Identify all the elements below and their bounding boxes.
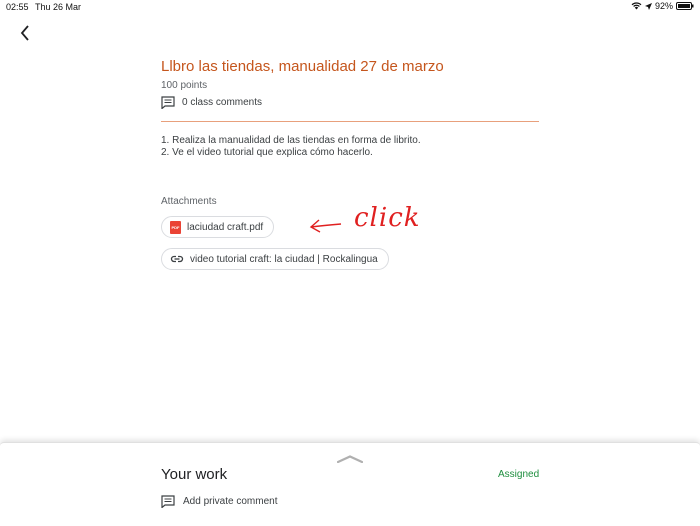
attachment-link-chip[interactable]: video tutorial craft: la ciudad | Rockal… <box>161 248 389 270</box>
your-work-title: Your work <box>161 466 228 483</box>
status-date: Thu 26 Mar <box>35 2 82 12</box>
assignment-title: Llbro las tiendas, manualidad 27 de marz… <box>161 58 444 75</box>
status-time: 02:55 <box>6 2 29 12</box>
attachment-link-label: video tutorial craft: la ciudad | Rockal… <box>190 253 378 265</box>
battery-percent: 92% <box>654 1 673 11</box>
instruction-line: 2. Ve el video tutorial que explica cómo… <box>161 147 373 158</box>
attachments-heading: Attachments <box>161 196 217 207</box>
assignment-points: 100 points <box>161 80 208 91</box>
pdf-icon: PDF <box>170 220 181 234</box>
chevron-up-icon <box>336 455 364 464</box>
arrow-left-annotation-icon <box>309 219 342 233</box>
add-private-comment-label: Add private comment <box>183 495 278 507</box>
chevron-left-icon <box>20 25 29 41</box>
sheet-expand-handle[interactable] <box>336 450 364 468</box>
instruction-line: 1. Realiza la manualidad de las tiendas … <box>161 135 421 146</box>
comment-icon <box>161 494 175 508</box>
instructions: 1. Realiza la manualidad de las tiendas … <box>161 135 539 159</box>
class-comments-label: 0 class comments <box>182 96 263 108</box>
attachment-pdf-label: laciudad craft.pdf <box>187 221 264 233</box>
add-private-comment-button[interactable]: Add private comment <box>161 494 278 508</box>
divider <box>161 121 539 122</box>
comment-icon <box>161 95 175 109</box>
battery-icon <box>676 2 694 10</box>
status-bar: 02:55 Thu 26 Mar 92% <box>0 0 700 14</box>
attachment-pdf-chip[interactable]: PDF laciudad craft.pdf <box>161 216 275 238</box>
status-indicators: 92% <box>631 1 694 11</box>
location-arrow-icon <box>644 2 652 10</box>
link-icon <box>170 255 184 263</box>
annotation-click-text: click <box>354 203 421 233</box>
status-badge: Assigned <box>498 469 540 480</box>
wifi-icon <box>631 2 642 10</box>
class-comments-link[interactable]: 0 class comments <box>161 95 262 109</box>
back-button[interactable] <box>14 22 36 44</box>
